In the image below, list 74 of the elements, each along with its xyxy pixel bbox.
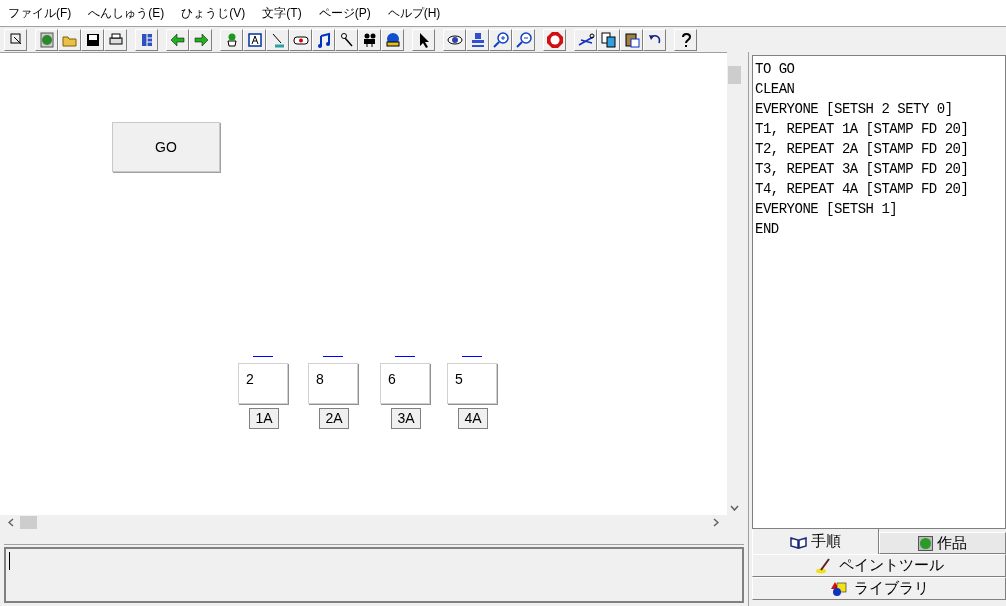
music-note-button[interactable] <box>312 28 335 51</box>
line-mark <box>323 356 343 357</box>
code-line: T4, REPEAT 4A [STAMP FD 20] <box>755 180 970 199</box>
page-layout-button[interactable] <box>135 28 158 51</box>
eye-button[interactable] <box>443 28 466 51</box>
number-box[interactable]: 5 <box>447 363 497 404</box>
number-box[interactable]: 2 <box>238 363 288 404</box>
scissors-icon <box>576 30 595 49</box>
undo-button[interactable] <box>643 28 666 51</box>
command-center-field[interactable] <box>4 547 744 603</box>
paintbrush-icon <box>814 557 833 574</box>
menu-item[interactable]: へんしゅう(E) <box>88 4 165 22</box>
line-mark <box>253 356 273 357</box>
number-box[interactable]: 6 <box>380 363 430 404</box>
zoom-in-button[interactable] <box>489 28 512 51</box>
code-line: T3, REPEAT 3A [STAMP FD 20] <box>755 160 970 179</box>
code-line: TO GO <box>755 60 796 79</box>
zoom-in-icon <box>491 30 510 49</box>
tab[interactable]: 作品 <box>879 532 1006 554</box>
shapes-icon <box>829 580 848 597</box>
globe-icon <box>918 535 933 551</box>
line-mark <box>395 356 415 357</box>
text-box-icon <box>245 30 264 49</box>
chevron-down-icon[interactable] <box>730 505 739 511</box>
text-cursor <box>9 552 10 570</box>
go-button[interactable]: GO <box>112 122 220 172</box>
copy-button[interactable] <box>597 28 620 51</box>
tab[interactable]: 手順 <box>752 529 879 554</box>
printer-button[interactable] <box>104 28 127 51</box>
chevron-left-icon[interactable] <box>8 518 14 527</box>
button-tool-button[interactable] <box>289 28 312 51</box>
video-camera-button[interactable] <box>358 28 381 51</box>
zoom-out-button[interactable] <box>512 28 535 51</box>
menu-item[interactable]: ひょうじ(V) <box>181 4 246 22</box>
menu-item[interactable]: 文字(T) <box>262 4 302 22</box>
scissors-button[interactable] <box>574 28 597 51</box>
chevron-right-icon[interactable] <box>713 518 719 527</box>
code-line: EVERYONE [SETSH 2 SETY 0] <box>755 100 954 119</box>
code-line: END <box>755 220 780 239</box>
book-icon <box>790 534 807 549</box>
procedures-editor[interactable]: TO GO CLEAN EVERYONE [SETSH 2 SETY 0] T1, REPEAT 1A [STAMP FD 20] T2, REPEAT 2A [STAMP FD 20] T3, REPEAT 3A [STAMP FD 20] T4, REPEAT 4A [STAMP FD 20] EVERYONE [SETSH 1] END <box>752 55 1006 529</box>
paste-button[interactable] <box>620 28 643 51</box>
scrollbar-thumb[interactable] <box>20 516 37 529</box>
repeat-button[interactable]: 4A <box>458 408 488 429</box>
panel-button[interactable]: ペイントツール <box>752 554 1006 577</box>
scrollbar-thumb[interactable] <box>728 66 741 84</box>
open-folder-button[interactable] <box>58 28 81 51</box>
text-box-button[interactable] <box>243 28 266 51</box>
repeat-button[interactable]: 2A <box>319 408 349 429</box>
line-mark <box>462 356 482 357</box>
copy-icon <box>599 30 618 49</box>
stamp-button[interactable] <box>466 28 489 51</box>
menu-item[interactable]: ページ(P) <box>318 4 371 22</box>
turtle-plant-button[interactable] <box>220 28 243 51</box>
right-arrow-button[interactable] <box>189 28 212 51</box>
menu-item[interactable]: ファイル(F) <box>8 4 72 22</box>
save-button[interactable] <box>81 28 104 51</box>
help-button[interactable] <box>674 28 697 51</box>
code-line: EVERYONE [SETSH 1] <box>755 200 899 219</box>
number-box[interactable]: 8 <box>308 363 358 404</box>
code-line: T1, REPEAT 1A [STAMP FD 20] <box>755 120 970 139</box>
panel-button[interactable]: ライブラリ <box>752 577 1006 600</box>
globe-page-button[interactable] <box>35 28 58 51</box>
menu-item[interactable]: ヘルプ(H) <box>387 4 441 22</box>
paste-icon <box>622 30 641 49</box>
left-arrow-button[interactable] <box>166 28 189 51</box>
zoom-out-icon <box>514 30 533 49</box>
pointer-select-button[interactable] <box>4 28 27 51</box>
globe-page-icon <box>37 30 56 49</box>
repeat-button[interactable]: 1A <box>249 408 279 429</box>
code-line: T2, REPEAT 2A [STAMP FD 20] <box>755 140 970 159</box>
repeat-button[interactable]: 3A <box>391 408 421 429</box>
code-line: CLEAN <box>755 80 796 99</box>
arrow-cursor-button[interactable] <box>412 28 435 51</box>
